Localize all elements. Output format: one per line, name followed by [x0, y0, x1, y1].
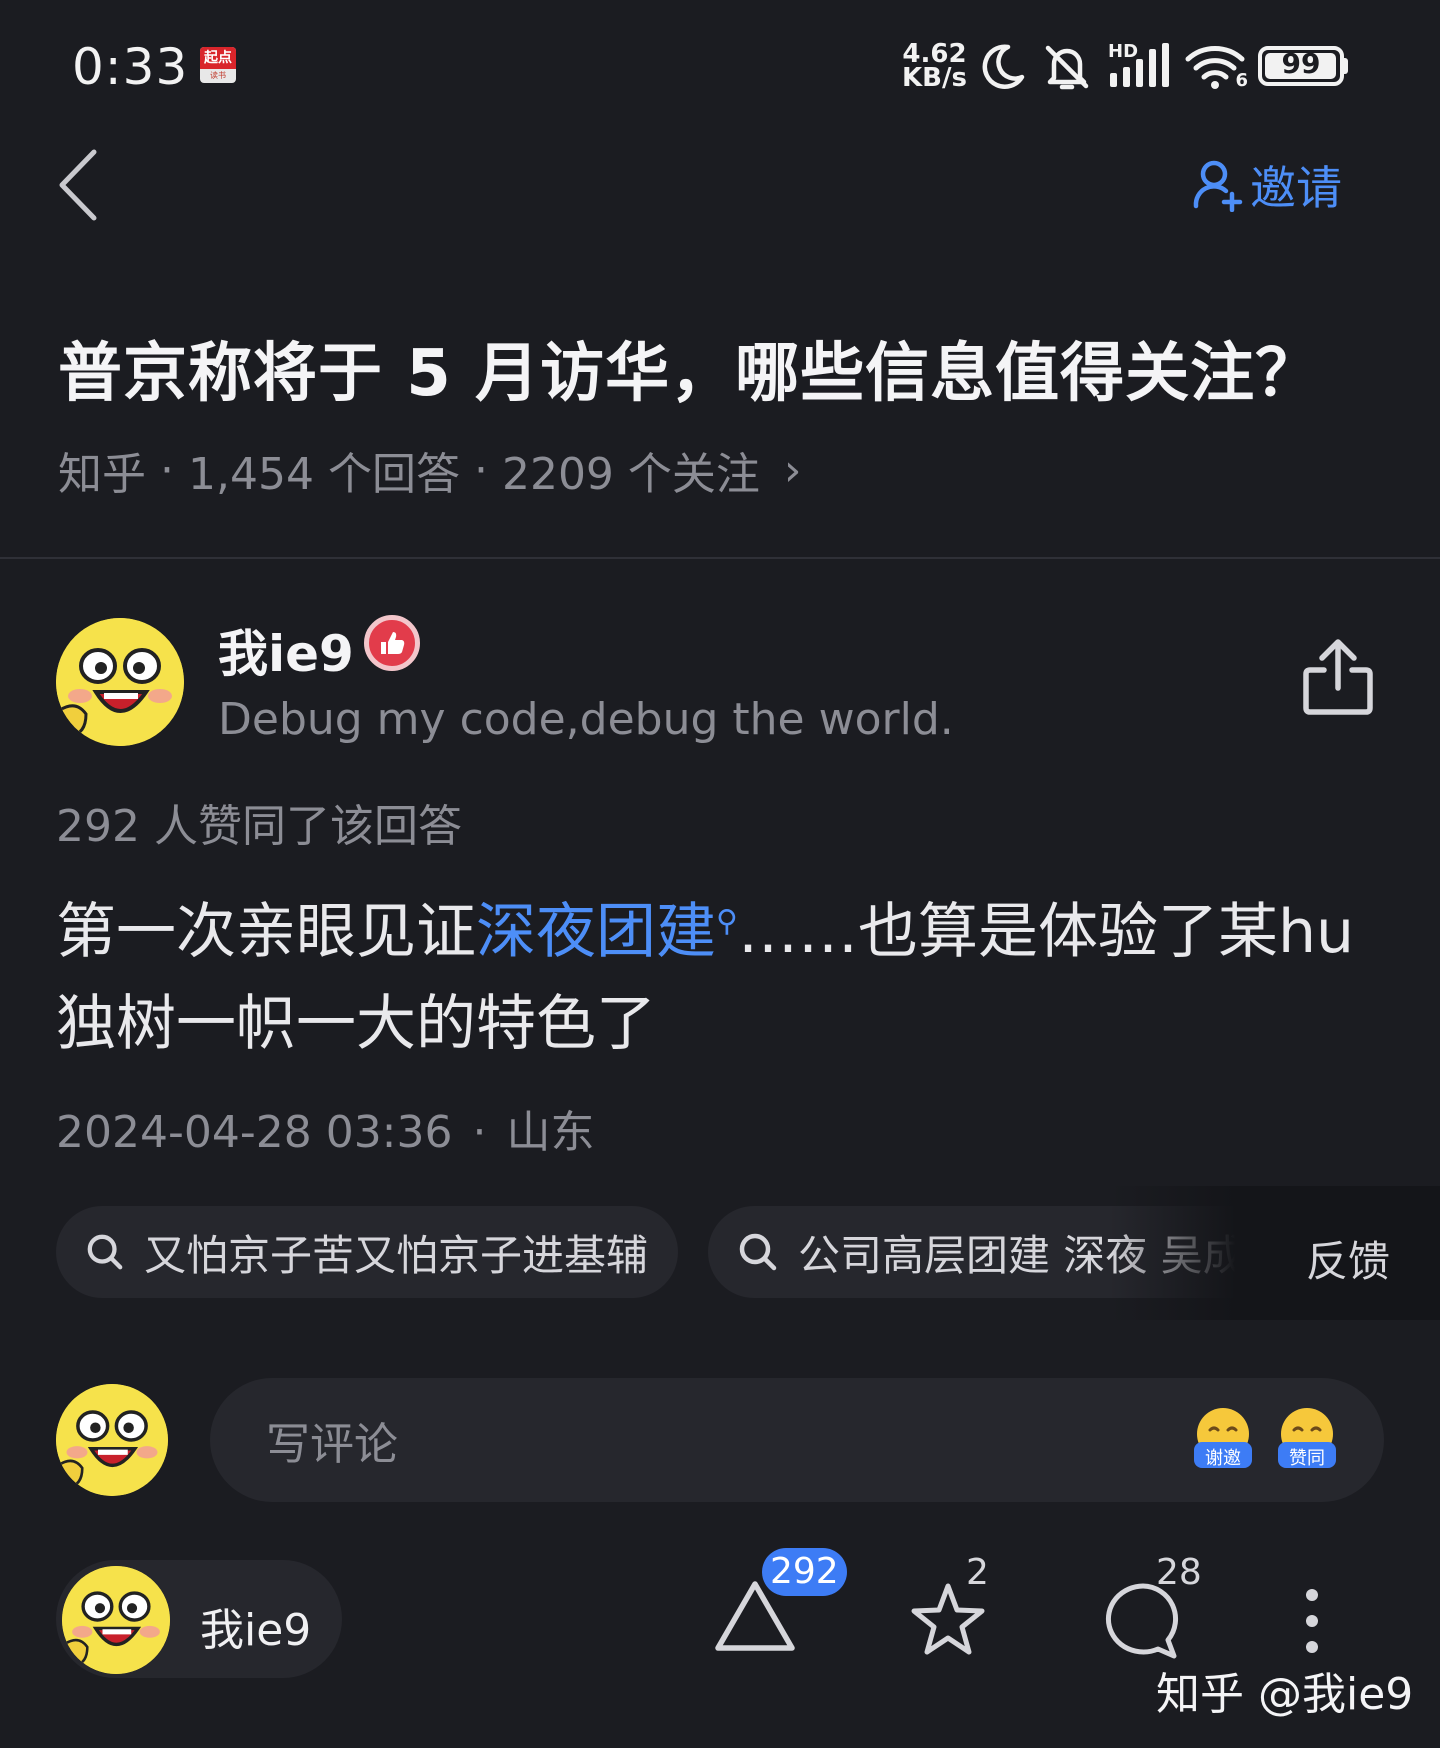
meta-separator: · — [160, 444, 174, 496]
emoji-agree-button[interactable]: 赞同 — [1276, 1406, 1338, 1472]
bell-off-icon — [1045, 45, 1089, 90]
answer-count: 1,454 个回答 — [188, 449, 460, 500]
current-user-avatar[interactable] — [56, 1384, 168, 1496]
location-separator: · — [472, 1107, 487, 1158]
related-search-chip[interactable]: 又怕京子苦又怕京子进基辅 — [56, 1206, 678, 1298]
moon-icon — [982, 44, 1025, 89]
author-avatar[interactable] — [56, 618, 184, 746]
follower-count: 2209 个关注 — [501, 449, 760, 500]
wifi-icon: 6 — [1184, 41, 1248, 91]
bottom-author-name[interactable]: 我ie9 — [200, 1594, 311, 1658]
laughing-face-avatar — [56, 1384, 168, 1496]
emoji-agree-label: 赞同 — [1289, 1448, 1325, 1469]
emoji-thanks-button[interactable]: 谢邀 — [1192, 1406, 1254, 1472]
comment-count: 28 — [1156, 1552, 1202, 1593]
share-button[interactable] — [1300, 636, 1376, 718]
chip-fade-overlay — [1110, 1186, 1440, 1320]
feedback-button[interactable]: 反馈 — [1306, 1228, 1390, 1289]
emoji-thanks-label: 谢邀 — [1205, 1448, 1241, 1469]
section-divider — [0, 557, 1440, 559]
laughing-face-avatar — [62, 1566, 170, 1674]
share-icon — [1303, 639, 1373, 715]
chevron-left-icon — [59, 149, 97, 221]
search-icon — [87, 1234, 123, 1270]
upvote-count-badge: 292 — [762, 1548, 847, 1596]
hd-signal-icon: HD — [1106, 41, 1170, 91]
qidian-icon-top-text: 起点 — [200, 47, 236, 69]
keyword-search-icon: ⚲ — [716, 904, 738, 939]
question-meta[interactable]: 知乎 · 1,454 个回答 · 2209 个关注 › — [58, 438, 802, 502]
battery-percent: 99 — [1281, 47, 1321, 80]
qidian-app-icon: 起点 读书 — [200, 47, 236, 83]
qidian-icon-bottom-text: 读书 — [210, 71, 226, 80]
chip-label: 又怕京子苦又怕京子进基辅 — [143, 1230, 648, 1280]
net-speed-unit: KB/s — [902, 63, 967, 93]
back-button[interactable] — [50, 140, 110, 230]
thumbs-up-badge-icon — [364, 615, 420, 671]
user-add-icon — [1193, 160, 1243, 212]
battery-cap — [1342, 58, 1348, 74]
status-bar: 0:33 起点 读书 4.62 KB/s HD 6 99 — [0, 0, 1440, 130]
invite-button[interactable]: 邀请 — [1192, 150, 1342, 220]
laughing-face-avatar — [56, 618, 184, 746]
status-time: 0:33 — [72, 38, 189, 96]
search-icon — [739, 1233, 777, 1271]
invite-label: 邀请 — [1250, 161, 1342, 215]
answer-time: 2024-04-28 03:36 · 山东 — [56, 1096, 595, 1160]
more-options-button[interactable] — [1300, 1586, 1324, 1656]
question-source: 知乎 — [58, 449, 146, 500]
answer-location: 山东 — [506, 1107, 595, 1158]
answer-text-before: 第一次亲眼见证 — [56, 897, 476, 967]
battery-icon: 99 — [1258, 46, 1344, 86]
author-name[interactable]: 我ie9 — [218, 614, 354, 686]
meta-separator: · — [473, 444, 488, 496]
wifi-label: 6 — [1235, 70, 1248, 91]
author-bio: Debug my code,debug the world. — [218, 694, 954, 745]
question-title[interactable]: 普京称将于 5 月访华，哪些信息值得关注？ — [58, 322, 1398, 414]
status-icons: HD 6 — [978, 38, 1248, 94]
answer-keyword-link[interactable]: 深夜团建 — [476, 897, 716, 967]
answer-content[interactable]: 第一次亲眼见证深夜团建⚲……也算是体验了某hu独树一帜一大的特色了 — [56, 876, 1386, 1070]
more-vertical-icon — [1306, 1589, 1318, 1653]
chevron-right-icon: › — [783, 444, 802, 496]
favorite-count: 2 — [966, 1552, 989, 1593]
vote-summary: 292 人赞同了该回答 — [56, 801, 462, 852]
bottom-author-avatar[interactable] — [62, 1566, 170, 1674]
net-speed: 4.62 KB/s — [902, 41, 967, 93]
answer-datetime: 2024-04-28 03:36 — [56, 1107, 453, 1158]
watermark: 知乎 @我ie9 — [1156, 1669, 1414, 1720]
